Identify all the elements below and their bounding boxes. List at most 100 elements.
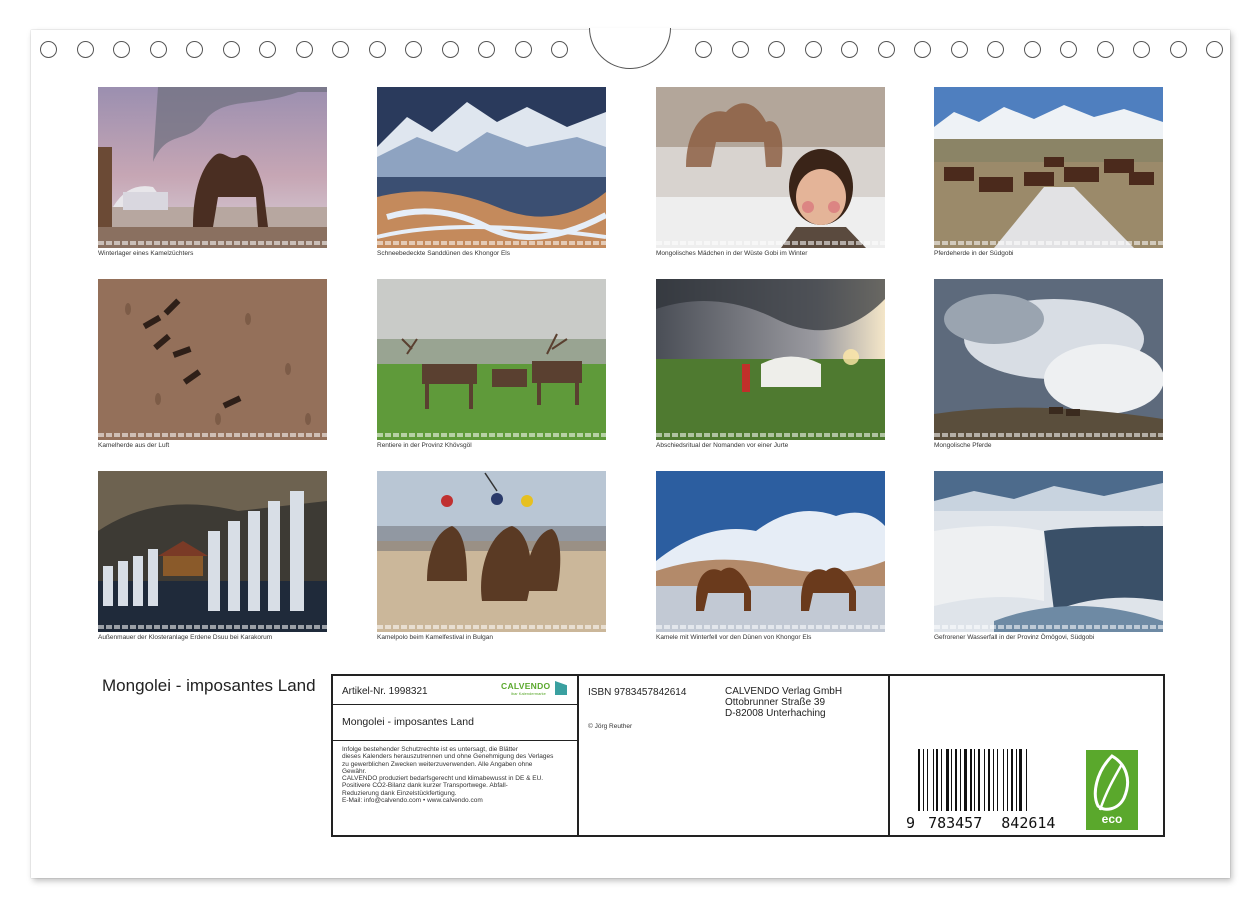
photo-monastery-wall — [98, 471, 327, 632]
barcode-bar — [984, 749, 986, 811]
barcode-bar — [960, 749, 962, 811]
legal-cell: Infolge bestehender Schutzrechte ist es … — [333, 741, 579, 837]
brand-name: CALVENDO — [501, 681, 551, 691]
binding-hole-icon — [1096, 41, 1114, 58]
brand-tagline: lbar Kalendermarke — [511, 691, 546, 696]
barcode-bar — [977, 749, 980, 811]
eco-label: eco — [1101, 812, 1123, 826]
copyright: © Jörg Reuther — [588, 723, 633, 730]
barcode-bar — [918, 749, 920, 811]
photo-caption: Winterlager eines Kamelzüchters — [98, 250, 194, 257]
imprint-box: Artikel-Nr. 1998321 CALVENDO lbar Kalend… — [331, 674, 1165, 837]
logo-mark — [555, 681, 567, 695]
binding-hole-icon — [149, 41, 167, 58]
barcode-digit-group-1: 783457 — [928, 814, 983, 832]
barcode-bar — [1011, 749, 1013, 811]
legal-line: dieses Kalenders herauszutrennen und ohn… — [342, 753, 554, 761]
barcode-bar — [969, 749, 972, 811]
photo-caption: Pferdeherde in der Südgobi — [934, 250, 1014, 257]
barcode-icon — [918, 749, 1050, 817]
binding-hole-icon — [76, 41, 94, 58]
photo-mongolian-horses — [934, 279, 1163, 440]
binding-hole-icon — [1169, 41, 1187, 58]
barcode-bar — [941, 749, 942, 811]
barcode-bar — [932, 749, 934, 811]
photo-aerial-camels — [98, 279, 327, 440]
legal-line: Infolge bestehender Schutzrechte ist es … — [342, 746, 518, 753]
barcode-bar — [951, 749, 953, 811]
photo-frozen-waterfall — [934, 471, 1163, 632]
binding-hole-icon — [914, 41, 931, 58]
publisher-city: D-82008 Unterhaching — [725, 708, 826, 719]
barcode-bar — [992, 749, 994, 811]
barcode-bar — [945, 749, 949, 811]
binding-hole-icon — [514, 41, 532, 58]
photo-reindeer — [377, 279, 606, 440]
barcode-bar — [964, 749, 967, 811]
binding-hole-icon — [1023, 41, 1041, 58]
photo-snowy-dunes — [377, 87, 606, 248]
binding-hole-icon — [551, 41, 568, 58]
barcode-bar — [936, 749, 939, 811]
binding-hole-icon — [1206, 41, 1223, 58]
eco-leaf-icon: eco — [1086, 750, 1138, 830]
photo-yurt-ritual — [656, 279, 885, 440]
photo-caption: Rentiere in der Provinz Khövsgöl — [377, 442, 472, 449]
barcode-bar — [1007, 749, 1009, 811]
barcode-cell: 9 783457 842614 eco — [890, 676, 1163, 835]
binding-hole-icon — [1060, 41, 1077, 58]
article-cell: Artikel-Nr. 1998321 CALVENDO lbar Kalend… — [333, 676, 579, 705]
article-number: Artikel-Nr. 1998321 — [342, 686, 428, 697]
binding-hole-icon — [441, 41, 459, 58]
binding-hole-icon — [295, 41, 313, 58]
photo-winter-camp — [98, 87, 327, 248]
binding-hole-icon — [950, 41, 968, 58]
binding-hole-icon — [332, 41, 349, 58]
barcode-bar — [922, 749, 924, 811]
photo-caption: Kamelherde aus der Luft — [98, 442, 170, 449]
binding-hole-icon — [695, 41, 712, 58]
calendar-title: Mongolei - imposantes Land — [102, 676, 316, 695]
photo-camel-polo — [377, 471, 606, 632]
binding-hole-icon — [186, 41, 203, 58]
publisher-cell: ISBN 9783457842614 © Jörg Reuther CALVEN… — [579, 676, 890, 835]
legal-line: E-Mail: info@calvendo.com • www.calvendo… — [342, 797, 483, 805]
binding-hole-icon — [405, 41, 422, 58]
binding-hole-icon — [222, 41, 240, 58]
barcode-digit-group-2: 842614 — [1001, 814, 1056, 832]
binding-hole-icon — [40, 41, 57, 58]
publisher-address: CALVENDO Verlag GmbH Ottobrunner Straße … — [725, 686, 842, 719]
photo-camels-dunes — [656, 471, 885, 632]
barcode-bar — [954, 749, 957, 811]
binding-hole-icon — [768, 41, 785, 58]
product-title-cell: Mongolei - imposantes Land — [333, 705, 579, 741]
photo-caption: Abschiedsritual der Nomanden vor einer J… — [656, 442, 789, 449]
barcode-bar — [997, 749, 999, 811]
photo-horse-herd — [934, 87, 1163, 248]
barcode-bar — [1015, 749, 1017, 811]
photo-caption: Kamele mit Winterfell vor den Dünen von … — [656, 634, 812, 641]
legal-line: Positivere CO2-Bilanz dank kurzer Transp… — [342, 782, 508, 790]
barcode-bar — [927, 749, 929, 811]
photo-caption: Außenmauer der Klosteranlage Erdene Dsuu… — [98, 634, 273, 641]
photo-caption: Kamelpolo beim Kamelfestival in Bulgan — [377, 634, 493, 641]
binding-hole-icon — [259, 41, 276, 58]
barcode-bar — [974, 749, 976, 811]
binding-hole-icon — [804, 41, 822, 58]
binding-hole-icon — [877, 41, 895, 58]
barcode-bar — [1019, 749, 1023, 811]
binding-hole-icon — [478, 41, 495, 58]
publisher-street: Ottobrunner Straße 39 — [725, 697, 826, 708]
binding-hole-icon — [1133, 41, 1150, 58]
legal-line: zu gewerblichen Zwecken weiterzuverwende… — [342, 760, 533, 768]
binding-hole-icon — [987, 41, 1004, 58]
photo-caption: Gefrorener Wasserfall in der Provinz Ömö… — [934, 634, 1095, 641]
calvendo-logo-icon: CALVENDO lbar Kalendermarke — [501, 681, 567, 696]
photo-caption: Schneebedeckte Sanddünen des Khongor Els — [377, 250, 510, 257]
barcode-bar — [988, 749, 990, 811]
binding-hole-icon — [731, 41, 749, 58]
barcode-digits: 9 783457 842614 — [906, 814, 1055, 832]
legal-line: Reduzierung dank Einzelstückfertigung. — [342, 789, 457, 797]
product-title: Mongolei - imposantes Land — [342, 716, 474, 728]
barcode-digit-prefix: 9 — [906, 814, 916, 832]
